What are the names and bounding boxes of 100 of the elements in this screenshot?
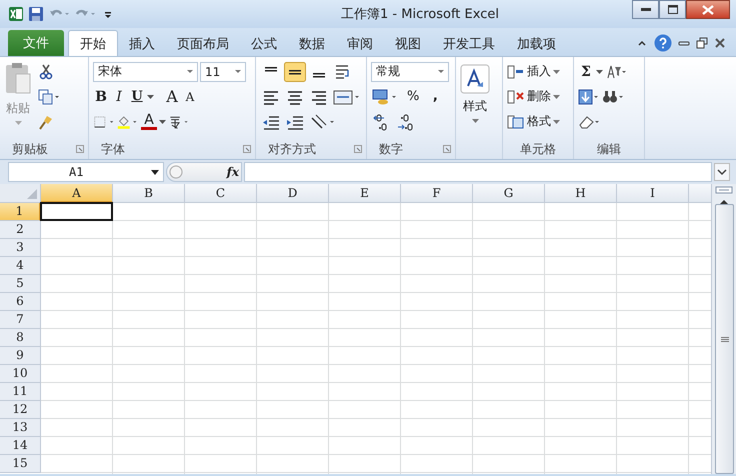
excel-logo-icon[interactable] bbox=[8, 6, 24, 22]
row-header[interactable]: 13 bbox=[0, 419, 41, 437]
insert-cells-icon[interactable] bbox=[507, 64, 525, 80]
format-cells-icon[interactable] bbox=[507, 114, 525, 130]
minimize-icon bbox=[640, 8, 650, 12]
group-label: 对齐方式 bbox=[268, 140, 316, 158]
group-label: 编辑 bbox=[597, 140, 621, 158]
caret-icon[interactable] bbox=[159, 120, 166, 124]
underline-button[interactable]: U bbox=[129, 86, 145, 106]
dialog-launcher-icon[interactable] bbox=[243, 145, 251, 153]
expand-formula-bar-icon[interactable] bbox=[714, 163, 730, 181]
clipboard-icon bbox=[4, 62, 32, 96]
caret-icon bbox=[472, 119, 478, 123]
cells-menu-button[interactable]: 插入 bbox=[527, 63, 551, 80]
maximize-button[interactable] bbox=[659, 0, 686, 19]
dialog-launcher-icon[interactable] bbox=[76, 145, 84, 153]
column-header[interactable]: B bbox=[113, 184, 185, 203]
column-header[interactable]: G bbox=[473, 184, 545, 203]
row-header[interactable]: 10 bbox=[0, 365, 41, 383]
triangle-icon bbox=[27, 189, 37, 199]
column-header[interactable]: F bbox=[401, 184, 473, 203]
column-header[interactable]: A bbox=[41, 184, 113, 203]
minimize-button[interactable] bbox=[632, 0, 659, 19]
caret-icon[interactable] bbox=[553, 120, 560, 124]
help-icon[interactable] bbox=[654, 34, 672, 52]
delete-cells-icon[interactable] bbox=[507, 88, 525, 104]
close-workbook-icon[interactable] bbox=[714, 37, 726, 49]
vertical-scrollbar[interactable] bbox=[711, 184, 736, 474]
cell-grid[interactable] bbox=[41, 203, 712, 474]
font-size-dropdown[interactable]: 11 bbox=[200, 62, 246, 82]
maximize-icon bbox=[668, 5, 678, 14]
row-header[interactable]: 7 bbox=[0, 311, 41, 329]
ribbon-tab[interactable]: 插入 bbox=[118, 32, 166, 56]
scrollbar-thumb[interactable] bbox=[715, 204, 734, 474]
row-header[interactable]: 4 bbox=[0, 257, 41, 275]
column-header[interactable]: E bbox=[329, 184, 401, 203]
caret-icon[interactable] bbox=[596, 70, 603, 74]
name-box[interactable]: A1 bbox=[8, 162, 164, 182]
ribbon-tab[interactable]: 加载项 bbox=[506, 32, 567, 56]
restore-workbook-icon[interactable] bbox=[696, 37, 708, 49]
bold-button[interactable]: B bbox=[93, 86, 109, 106]
format-painter-icon[interactable] bbox=[38, 114, 54, 130]
row-header[interactable]: 2 bbox=[0, 221, 41, 239]
styles-icon bbox=[460, 64, 490, 94]
row-header[interactable]: 15 bbox=[0, 455, 41, 473]
shrink-font-button[interactable]: A bbox=[182, 86, 198, 106]
row-header[interactable]: 12 bbox=[0, 401, 41, 419]
row-header[interactable]: 9 bbox=[0, 347, 41, 365]
currency-icon[interactable] bbox=[371, 88, 399, 106]
active-cell[interactable] bbox=[40, 202, 113, 221]
ribbon-tab[interactable]: 数据 bbox=[288, 32, 336, 56]
row-header[interactable]: 3 bbox=[0, 239, 41, 257]
window-title: 工作簿1 - Microsoft Excel bbox=[340, 6, 500, 23]
caret-icon bbox=[14, 121, 22, 125]
autosum-button[interactable]: Σ bbox=[578, 62, 594, 82]
row-header[interactable]: 14 bbox=[0, 437, 41, 455]
styles-button[interactable]: 样式 bbox=[460, 60, 490, 139]
vertical-align-button[interactable] bbox=[284, 62, 306, 82]
column-header[interactable]: I bbox=[617, 184, 689, 203]
comma-button[interactable]: , bbox=[427, 86, 444, 106]
row-header[interactable]: 1 bbox=[0, 203, 41, 221]
close-icon bbox=[702, 4, 714, 14]
grow-font-button[interactable]: A bbox=[164, 86, 180, 106]
italic-button[interactable]: I bbox=[111, 86, 127, 106]
formula-input[interactable] bbox=[244, 162, 712, 182]
row-header[interactable]: 6 bbox=[0, 293, 41, 311]
caret-icon[interactable] bbox=[553, 70, 560, 74]
font-name-dropdown[interactable]: 宋体 bbox=[93, 62, 198, 82]
row-header[interactable]: 5 bbox=[0, 275, 41, 293]
ribbon-tab[interactable]: 视图 bbox=[384, 32, 432, 56]
column-header[interactable]: H bbox=[545, 184, 617, 203]
column-header[interactable]: C bbox=[185, 184, 257, 203]
cells-menu-button[interactable]: 格式 bbox=[527, 113, 551, 130]
ribbon-tab[interactable]: 审阅 bbox=[336, 32, 384, 56]
fill-down-icon[interactable] bbox=[578, 88, 600, 106]
cells-menu-button[interactable]: 删除 bbox=[527, 88, 551, 105]
group-label: 数字 bbox=[379, 140, 403, 158]
ribbon-tab[interactable]: 开始 bbox=[68, 30, 118, 56]
percent-button[interactable]: % bbox=[405, 86, 422, 106]
scissors-icon[interactable] bbox=[38, 64, 54, 80]
row-header[interactable]: 11 bbox=[0, 383, 41, 401]
font-color-button[interactable]: A bbox=[141, 113, 157, 130]
ribbon-tab[interactable]: 页面布局 bbox=[166, 32, 240, 56]
caret-icon[interactable] bbox=[147, 94, 154, 98]
caret-icon[interactable] bbox=[553, 94, 560, 98]
number-format-dropdown[interactable]: 常规 bbox=[371, 62, 449, 82]
insert-function-button[interactable]: fx bbox=[226, 165, 239, 179]
dialog-launcher-icon[interactable] bbox=[354, 145, 362, 153]
file-tab[interactable]: 文件 bbox=[8, 30, 64, 56]
copy-icon[interactable] bbox=[38, 88, 60, 106]
merge-center-icon[interactable] bbox=[332, 88, 360, 106]
column-header[interactable]: D bbox=[257, 184, 329, 203]
group-label: 字体 bbox=[101, 140, 125, 158]
ribbon-tab[interactable]: 公式 bbox=[240, 32, 288, 56]
group-label: 剪贴板 bbox=[12, 140, 48, 158]
close-button[interactable] bbox=[686, 0, 730, 19]
ribbon-tab[interactable]: 开发工具 bbox=[432, 32, 506, 56]
dialog-launcher-icon[interactable] bbox=[443, 145, 451, 153]
row-header[interactable]: 8 bbox=[0, 329, 41, 347]
save-icon[interactable] bbox=[28, 6, 44, 22]
